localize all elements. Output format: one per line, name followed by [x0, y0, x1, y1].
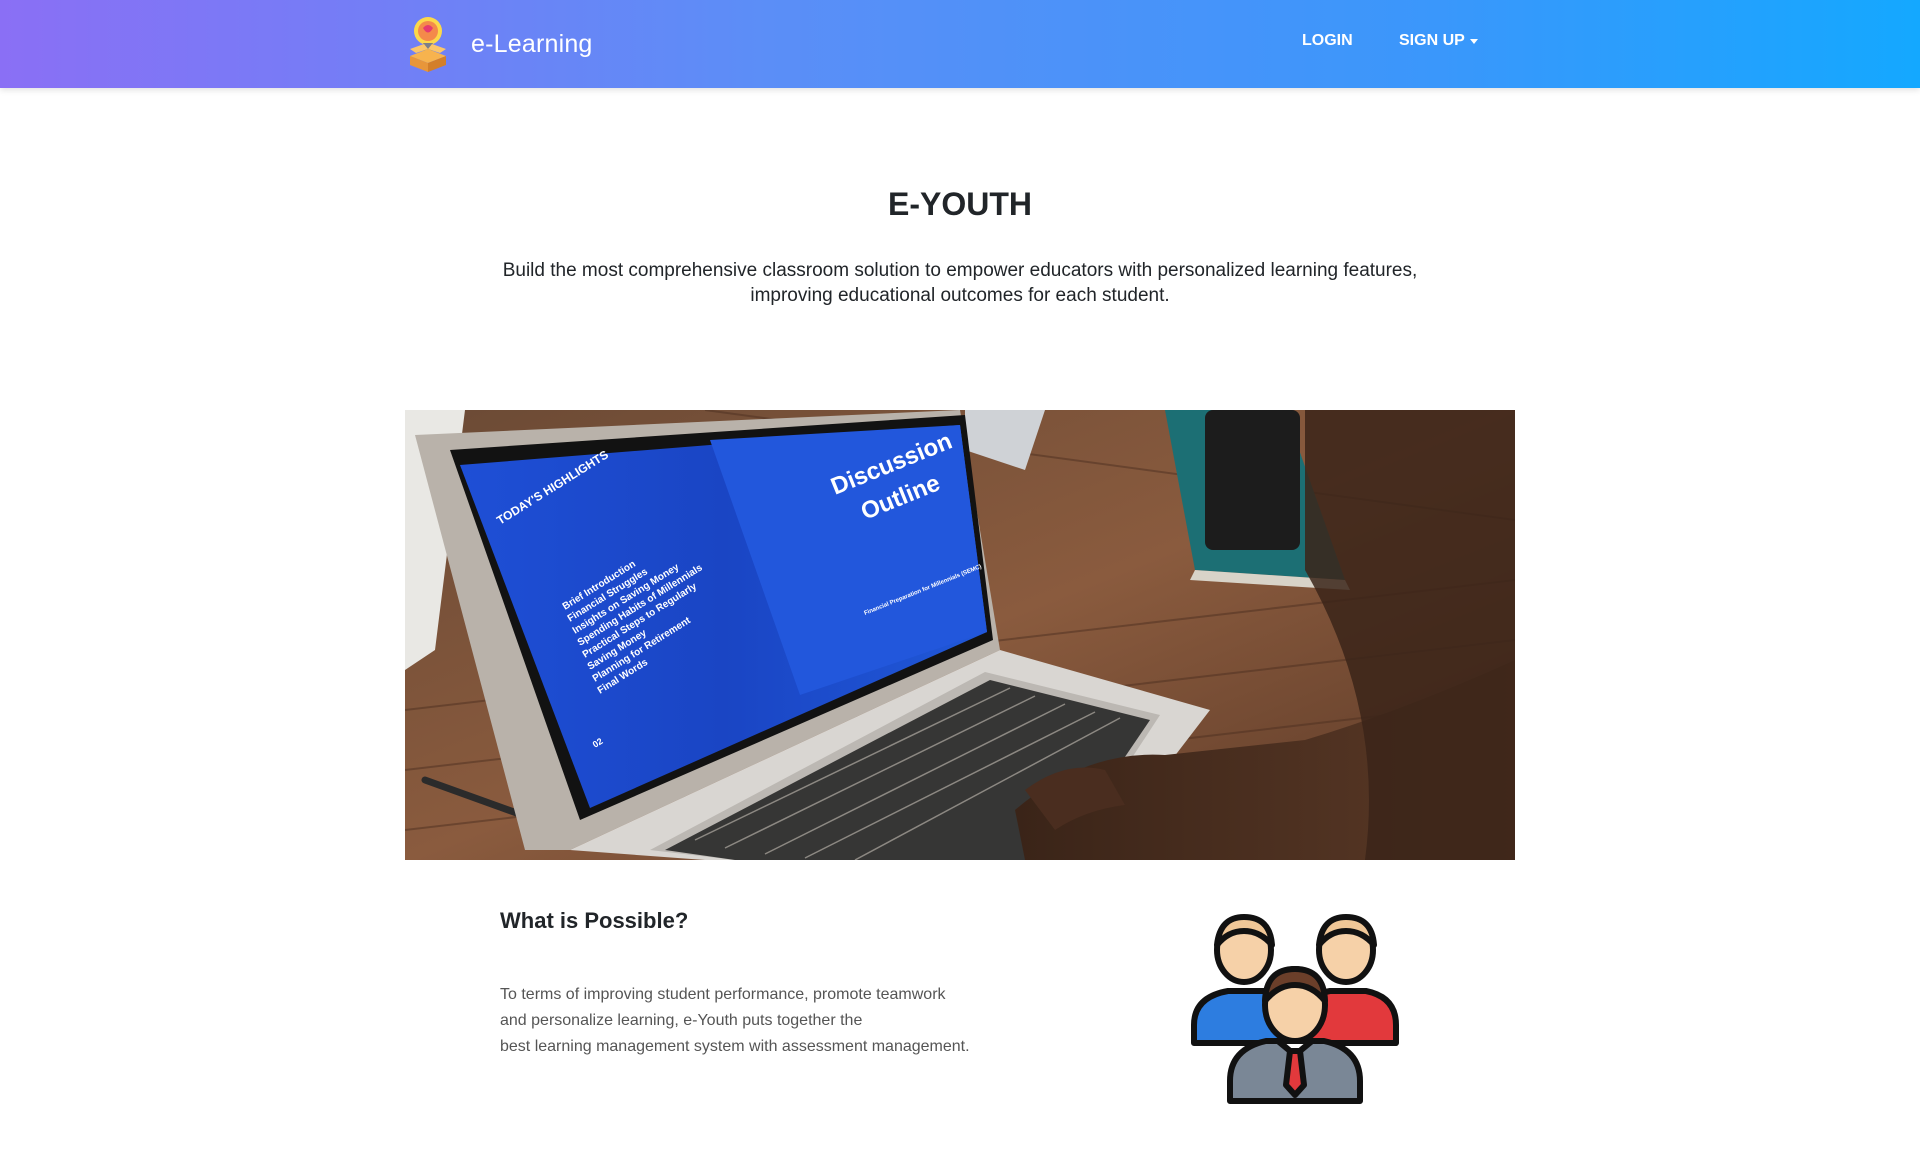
team-people-icon — [1191, 914, 1399, 1104]
section-body-line-3: best learning management system with ass… — [500, 1038, 970, 1055]
section-body-line-1: To terms of improving student performanc… — [500, 986, 946, 1003]
brand-name: e-Learning — [471, 29, 593, 58]
page-title: E-YOUTH — [888, 186, 1032, 222]
section-body-line-2: and personalize learning, e-Youth puts t… — [500, 1012, 863, 1029]
subtitle-line-1: Build the most comprehensive classroom s… — [502, 260, 1418, 281]
lightbulb-box-icon — [410, 17, 446, 72]
navbar: e-Learning LOGIN SIGN UP — [0, 0, 1920, 88]
subtitle-line-2: improving educational outcomes for each … — [750, 285, 1170, 306]
section-title: What is Possible? — [500, 908, 689, 933]
signup-dropdown[interactable]: SIGN UP — [1399, 32, 1478, 50]
section-body: To terms of improving student performanc… — [500, 982, 1020, 1060]
login-link[interactable]: LOGIN — [1302, 32, 1353, 50]
brand-link[interactable]: e-Learning — [406, 16, 593, 72]
page-subtitle: Build the most comprehensive classroom s… — [460, 258, 1460, 308]
hero-photo: TODAY'S HIGHLIGHTS Brief Introduction Fi… — [405, 410, 1515, 860]
laptop-photo: TODAY'S HIGHLIGHTS Brief Introduction Fi… — [405, 410, 1515, 860]
signup-label: SIGN UP — [1399, 32, 1465, 49]
caret-down-icon — [1469, 38, 1478, 44]
